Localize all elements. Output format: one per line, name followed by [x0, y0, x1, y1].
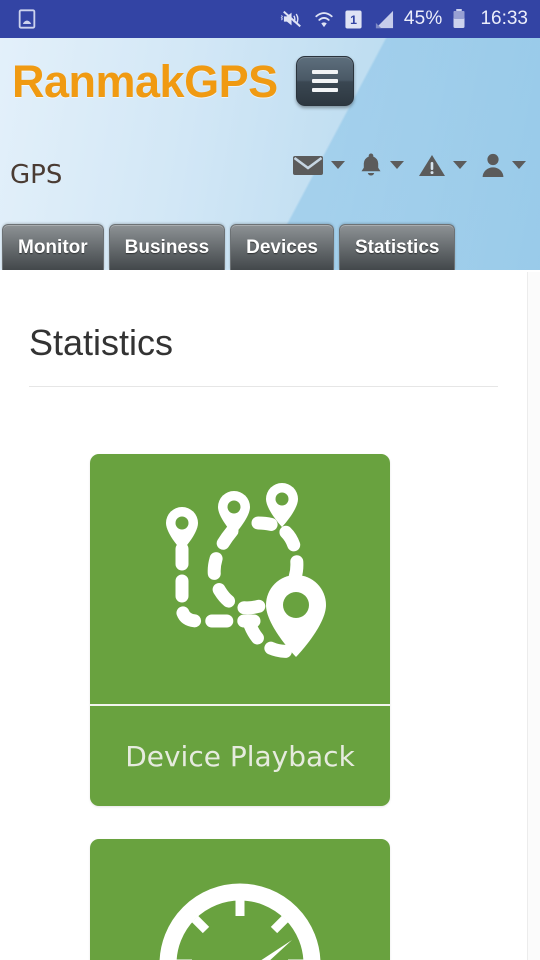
chevron-down-icon [512, 161, 526, 169]
heading-divider [29, 386, 498, 387]
main-content: Statistics Device Playback [0, 272, 540, 960]
content-inner: Statistics Device Playback [0, 322, 527, 960]
wifi-icon [313, 9, 335, 29]
mail-icon [292, 153, 324, 177]
tab-monitor[interactable]: Monitor [2, 224, 104, 270]
chevron-down-icon [390, 161, 404, 169]
bell-icon [359, 152, 383, 178]
notifications-dropdown[interactable] [359, 152, 404, 178]
hamburger-menu-button[interactable] [295, 56, 354, 106]
mail-dropdown[interactable] [292, 153, 345, 177]
clock-label: 16:33 [480, 8, 528, 29]
chevron-down-icon [453, 161, 467, 169]
header-icon-row [292, 152, 526, 178]
brand-row: RanmakGPS [12, 56, 354, 106]
app-brand-title: RanmakGPS [12, 55, 278, 107]
status-bar-right-icons: 1 45% 16:33 [280, 8, 528, 30]
warning-icon [418, 153, 446, 178]
svg-text:1: 1 [350, 13, 357, 27]
user-icon [481, 152, 505, 178]
tab-label: Statistics [354, 236, 440, 258]
card-artwork [90, 839, 390, 960]
section-heading: Statistics [29, 322, 174, 363]
speed-report-card[interactable] [90, 839, 390, 960]
tab-devices[interactable]: Devices [230, 224, 334, 270]
tab-business[interactable]: Business [108, 224, 226, 270]
battery-icon [451, 8, 467, 30]
chevron-down-icon [331, 161, 345, 169]
status-bar-left-icons [16, 8, 38, 30]
tab-label: Business [124, 236, 210, 258]
status-bar: 1 45% 16:33 [0, 0, 540, 38]
battery-percent-label: 45% [403, 8, 443, 29]
app-header: RanmakGPS GPS Monitor Business Devices S… [0, 38, 540, 270]
speedometer-icon [146, 864, 334, 960]
tab-label: Devices [246, 236, 318, 258]
hamburger-bar [311, 88, 338, 92]
sim-card-icon: 1 [344, 9, 363, 30]
page-title: GPS [10, 160, 63, 190]
card-artwork [90, 454, 390, 706]
content-right-rail [527, 272, 540, 960]
route-map-pins-icon [146, 479, 334, 680]
tab-bar: Monitor Business Devices Statistics [0, 222, 540, 270]
hamburger-bar [311, 79, 338, 83]
tab-label: Monitor [18, 236, 88, 258]
device-playback-card[interactable]: Device Playback [90, 454, 390, 806]
image-icon [16, 8, 38, 30]
cellular-signal-icon [372, 9, 395, 30]
account-dropdown[interactable] [481, 152, 526, 178]
card-label: Device Playback [125, 739, 355, 773]
hamburger-bar [311, 70, 338, 74]
tab-statistics[interactable]: Statistics [338, 224, 456, 270]
alerts-dropdown[interactable] [418, 153, 467, 178]
mute-vibrate-icon [280, 8, 304, 30]
